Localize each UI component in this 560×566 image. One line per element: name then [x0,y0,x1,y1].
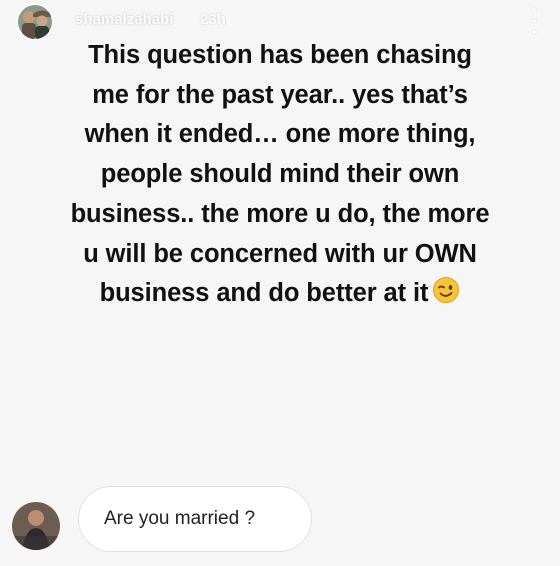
winking-face-emoji [432,276,460,317]
dot [532,19,536,23]
question-sticker[interactable]: Are you married ? [78,486,312,552]
asker-avatar [12,502,60,550]
more-options-icon[interactable] [528,8,540,34]
asker-photo [12,502,60,550]
profile-avatar[interactable] [18,5,52,39]
username[interactable]: shamalzahabi [75,11,173,28]
caption-text: This question has been chasing me for th… [70,41,490,308]
dot [532,8,536,12]
avatar-photo [18,5,52,39]
dot [532,30,536,34]
question-text: Are you married ? [104,508,256,529]
story-timestamp: 23h [200,11,226,28]
story-caption: This question has been chasing me for th… [70,36,490,317]
